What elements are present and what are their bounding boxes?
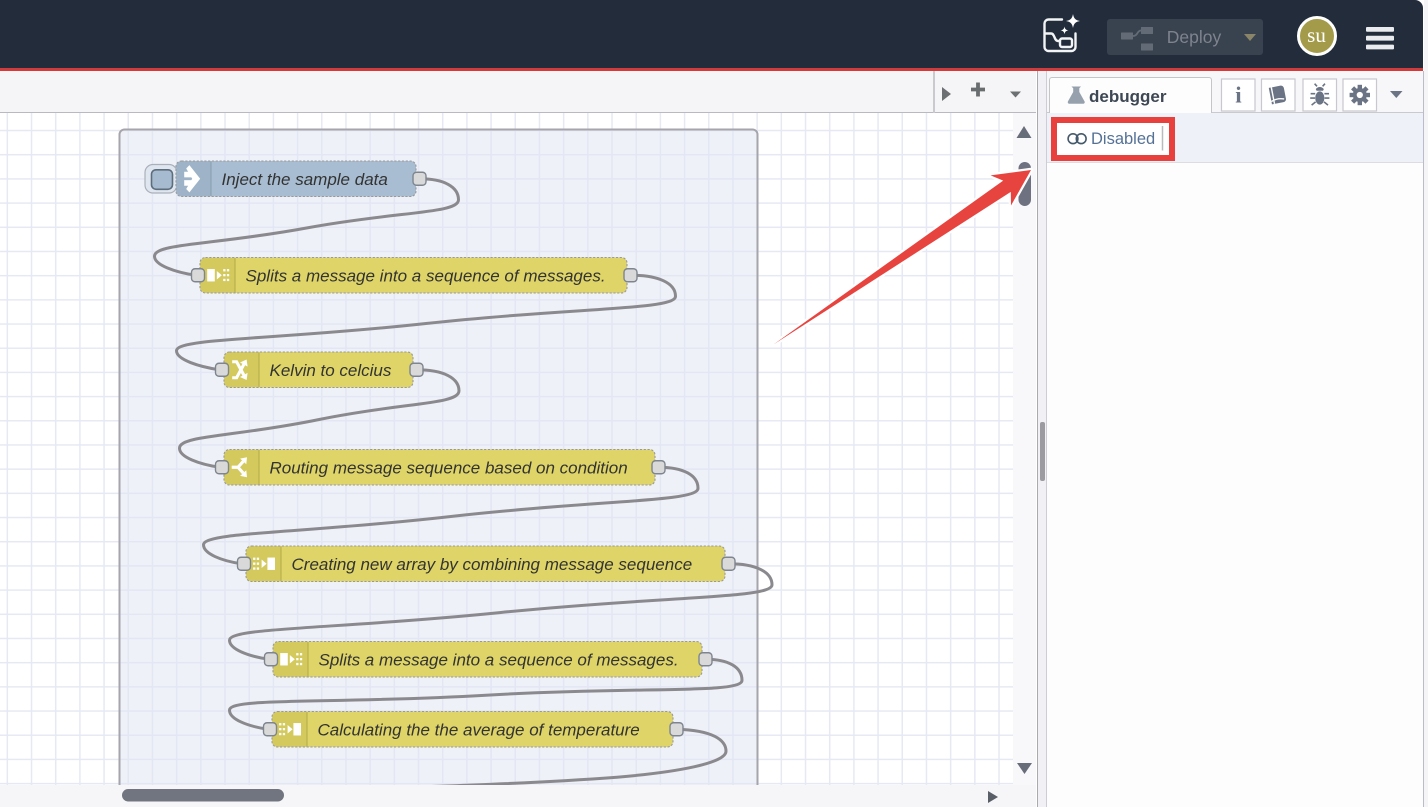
svg-text:Inject the sample data: Inject the sample data [222, 170, 388, 189]
svg-text:Routing message sequence based: Routing message sequence based on condit… [270, 458, 628, 477]
svg-text:Splits a message into a sequen: Splits a message into a sequence of mess… [246, 266, 606, 285]
svg-text:Calculating the the average of: Calculating the the average of temperatu… [318, 720, 640, 739]
svg-text:Creating new array by combinin: Creating new array by combining message … [292, 555, 693, 574]
svg-text:Kelvin to celcius: Kelvin to celcius [270, 361, 392, 380]
svg-text:i: i [1235, 83, 1242, 108]
svg-text:Deploy: Deploy [1167, 27, 1222, 47]
svg-text:Splits a message into a sequen: Splits a message into a sequence of mess… [319, 650, 679, 669]
